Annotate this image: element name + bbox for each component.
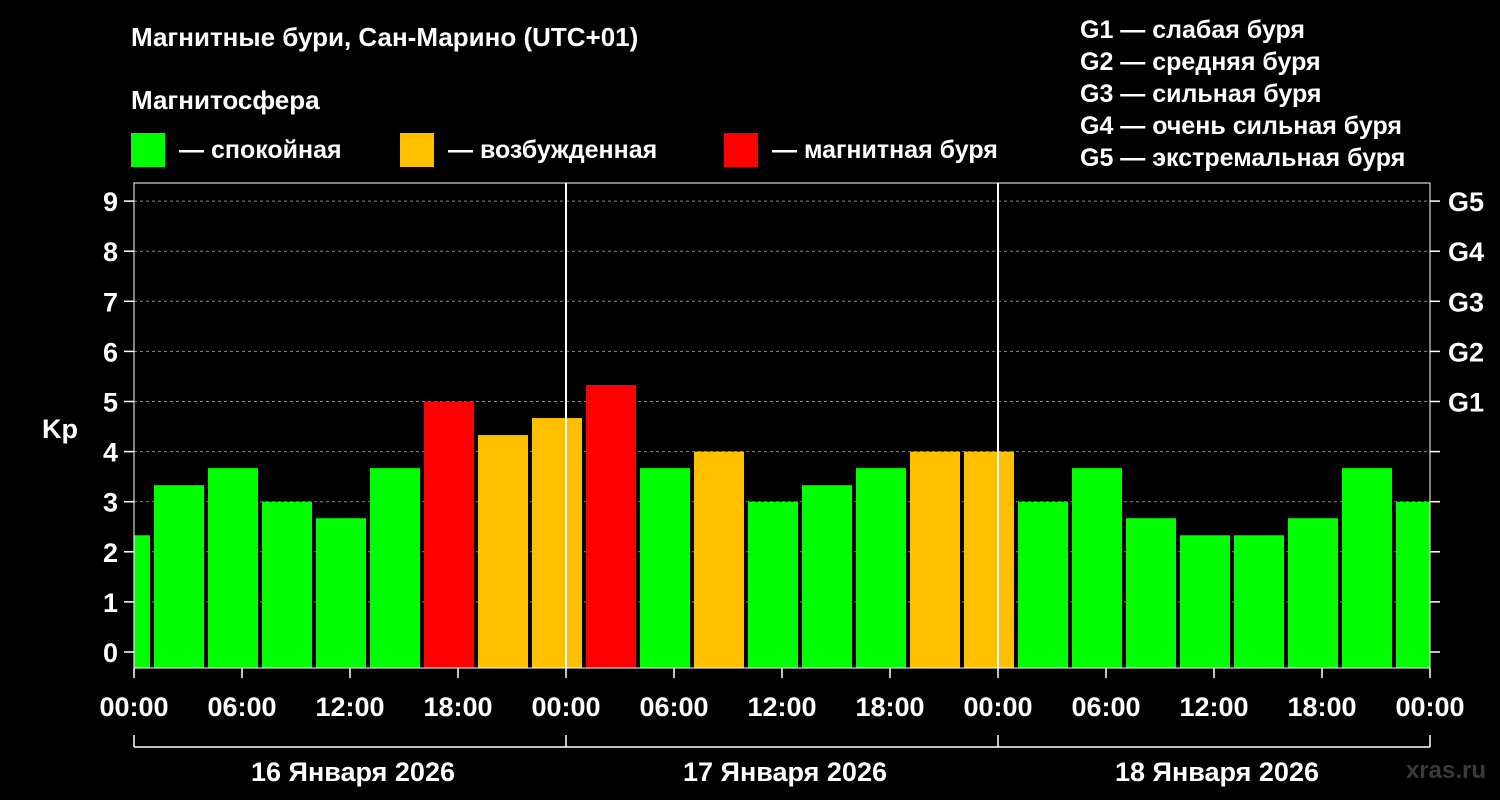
kp-bar-20 xyxy=(1180,535,1230,668)
x-tick-label-0: 00:00 xyxy=(99,692,168,722)
y-tick-label-2: 2 xyxy=(103,538,118,568)
y-tick-label-6: 6 xyxy=(103,337,118,367)
day-label-2: 18 Января 2026 xyxy=(1115,757,1319,787)
kp-bar-22 xyxy=(1288,518,1338,668)
x-tick-label-2: 12:00 xyxy=(315,692,384,722)
right-tick-label-g4: G4 xyxy=(1448,237,1484,267)
x-tick-label-6: 12:00 xyxy=(747,692,816,722)
kp-bar-4 xyxy=(316,518,366,668)
kp-bar-21 xyxy=(1234,535,1284,668)
kp-bar-3 xyxy=(262,501,312,668)
kp-bar-16 xyxy=(964,451,1014,668)
right-tick-label-g2: G2 xyxy=(1448,337,1484,367)
kp-bar-12 xyxy=(748,501,798,668)
y-axis-label: Kp xyxy=(42,414,78,444)
kp-bar-19 xyxy=(1126,518,1176,668)
kp-bar-23 xyxy=(1342,468,1392,668)
x-tick-label-12: 00:00 xyxy=(1395,692,1464,722)
y-tick-label-7: 7 xyxy=(103,287,118,317)
kp-bar-5 xyxy=(370,468,420,668)
bars-group xyxy=(134,384,1430,668)
kp-bar-6 xyxy=(424,401,474,668)
x-tick-label-5: 06:00 xyxy=(639,692,708,722)
kp-bar-7 xyxy=(478,435,528,668)
right-tick-label-g5: G5 xyxy=(1448,187,1484,217)
y-tick-label-8: 8 xyxy=(103,237,118,267)
right-tick-label-g3: G3 xyxy=(1448,287,1484,317)
x-tick-label-10: 12:00 xyxy=(1179,692,1248,722)
kp-bar-9 xyxy=(586,384,636,668)
y-tick-label-5: 5 xyxy=(103,388,118,418)
y-tick-label-9: 9 xyxy=(103,187,118,217)
kp-bar-1 xyxy=(154,485,204,668)
x-tick-label-8: 00:00 xyxy=(963,692,1032,722)
y-tick-label-3: 3 xyxy=(103,488,118,518)
x-tick-label-1: 06:00 xyxy=(207,692,276,722)
kp-bar-14 xyxy=(856,468,906,668)
kp-bar-24 xyxy=(1396,501,1430,668)
watermark: xras.ru xyxy=(1405,757,1486,784)
x-tick-label-4: 00:00 xyxy=(531,692,600,722)
kp-bar-10 xyxy=(640,468,690,668)
right-tick-label-g1: G1 xyxy=(1448,388,1484,418)
y-tick-label-0: 0 xyxy=(103,638,118,668)
day-label-0: 16 Января 2026 xyxy=(251,757,455,787)
kp-bar-18 xyxy=(1072,468,1122,668)
x-tick-label-11: 18:00 xyxy=(1287,692,1356,722)
x-tick-label-9: 06:00 xyxy=(1071,692,1140,722)
kp-bar-17 xyxy=(1018,501,1068,668)
kp-bar-8 xyxy=(532,418,582,668)
y-tick-label-1: 1 xyxy=(103,588,118,618)
day-label-1: 17 Января 2026 xyxy=(683,757,887,787)
kp-bar-15 xyxy=(910,451,960,668)
kp-bar-chart: 0 1 2 3 4 5 6 7 8 9 G1 G2 G3 G4 G5 Kp 00:00 06:00 12:00 18:… xyxy=(42,182,1484,787)
kp-bar-2 xyxy=(208,468,258,668)
kp-bar-13 xyxy=(802,485,852,668)
x-tick-label-7: 18:00 xyxy=(855,692,924,722)
y-tick-label-4: 4 xyxy=(103,438,118,468)
kp-bar-11 xyxy=(694,451,744,668)
x-tick-label-3: 18:00 xyxy=(423,692,492,722)
